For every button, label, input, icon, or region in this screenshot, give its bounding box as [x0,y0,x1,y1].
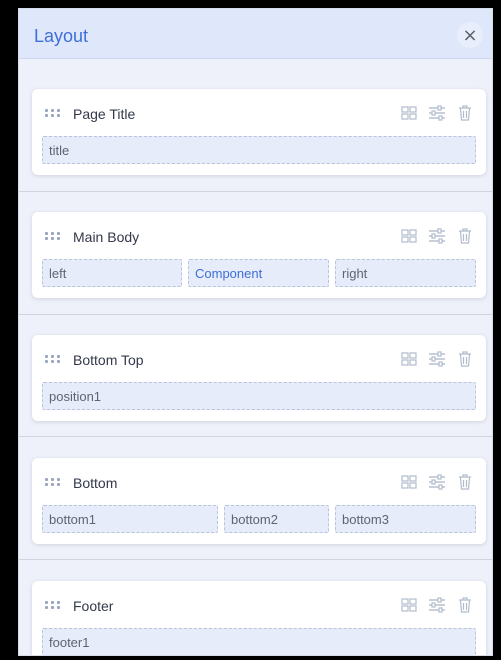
layout-cell-footer1[interactable]: footer1 [42,628,476,655]
sliders-icon[interactable] [428,474,446,490]
layout-cell-component[interactable]: Component [188,259,329,287]
sliders-icon[interactable] [428,351,446,367]
drag-handle-icon[interactable] [45,597,61,611]
section-divider [19,314,492,315]
close-button[interactable]: × [457,22,483,48]
panel-title: Layout [34,26,89,46]
columns-grid-icon[interactable] [400,228,418,244]
layout-cell-bottom2[interactable]: bottom2 [224,505,329,533]
row-title: Page Title [73,106,136,122]
row-title: Bottom [73,475,118,491]
row-cells: title [42,136,476,166]
drag-handle-icon[interactable] [45,351,61,365]
layout-row-main-body: Main Body left Component right [32,212,486,298]
row-actions [400,597,474,613]
trash-icon[interactable] [456,597,474,613]
columns-grid-icon[interactable] [400,597,418,613]
row-cells: footer1 [42,628,476,655]
panel-header: Layout × [19,9,492,59]
layout-cell-bottom3[interactable]: bottom3 [335,505,476,533]
layout-cell-bottom1[interactable]: bottom1 [42,505,218,533]
close-icon: × [462,24,478,46]
layout-cell-title[interactable]: title [42,136,476,164]
row-actions [400,228,474,244]
layout-row-footer: Footer footer1 [32,581,486,655]
layout-cell-right[interactable]: right [335,259,476,287]
layout-rows: Page Title title Main Body left Componen… [19,59,492,655]
drag-handle-icon[interactable] [45,474,61,488]
layout-row-page-title: Page Title title [32,89,486,175]
row-header: Bottom Top [32,335,486,381]
drag-handle-icon[interactable] [45,228,61,242]
row-title: Footer [73,598,114,614]
sliders-icon[interactable] [428,105,446,121]
trash-icon[interactable] [456,351,474,367]
row-title: Main Body [73,229,140,245]
sliders-icon[interactable] [428,597,446,613]
sliders-icon[interactable] [428,228,446,244]
row-cells: bottom1 bottom2 bottom3 [42,505,476,535]
section-divider [19,559,492,560]
layout-panel: Layout × Page Title title Main Body left… [18,8,493,656]
row-header: Bottom [32,458,486,504]
layout-row-bottom: Bottom bottom1 bottom2 bottom3 [32,458,486,544]
columns-grid-icon[interactable] [400,351,418,367]
row-actions [400,474,474,490]
row-actions [400,105,474,121]
row-cells: left Component right [42,259,476,289]
row-cells: position1 [42,382,476,412]
row-title: Bottom Top [73,352,144,368]
trash-icon[interactable] [456,474,474,490]
layout-cell-position1[interactable]: position1 [42,382,476,410]
columns-grid-icon[interactable] [400,474,418,490]
section-divider [19,191,492,192]
row-header: Main Body [32,212,486,258]
trash-icon[interactable] [456,105,474,121]
columns-grid-icon[interactable] [400,105,418,121]
section-divider [19,436,492,437]
row-actions [400,351,474,367]
drag-handle-icon[interactable] [45,105,61,119]
trash-icon[interactable] [456,228,474,244]
row-header: Page Title [32,89,486,135]
row-header: Footer [32,581,486,627]
layout-row-bottom-top: Bottom Top position1 [32,335,486,421]
layout-cell-left[interactable]: left [42,259,182,287]
